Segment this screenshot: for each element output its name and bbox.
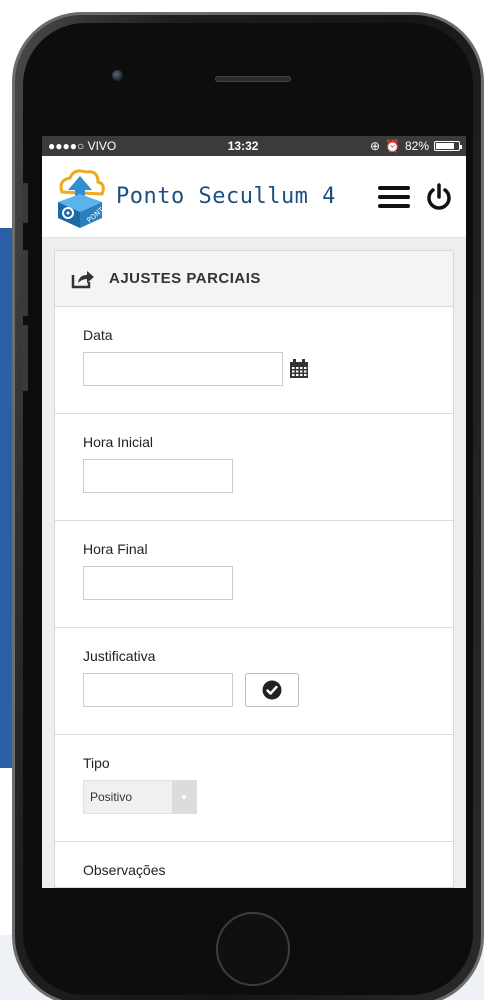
battery-icon [434, 141, 462, 151]
hora-final-field: Hora Final [55, 521, 453, 628]
tipo-label: Tipo [83, 755, 110, 771]
battery-percent: 82% [404, 139, 429, 153]
volume-up-button [22, 250, 28, 316]
page: ●●●●○ VIVO 13:32 ⊕ ⏰ 82% PONTO Ponto Sec… [0, 0, 484, 1000]
power-icon[interactable] [424, 182, 454, 212]
data-label: Data [83, 327, 113, 343]
hamburger-menu-icon[interactable] [378, 183, 410, 211]
data-input[interactable] [83, 352, 283, 386]
front-camera [112, 70, 123, 81]
phone-screen: ●●●●○ VIVO 13:32 ⊕ ⏰ 82% PONTO Ponto Sec… [42, 136, 466, 888]
lock-rotation-icon: ⊕ [369, 139, 381, 153]
status-time: 13:32 [227, 139, 259, 153]
hora-inicial-field: Hora Inicial [55, 414, 453, 521]
hora-inicial-label: Hora Inicial [83, 434, 154, 450]
volume-down-button [22, 325, 28, 391]
calendar-icon[interactable] [289, 359, 309, 379]
observacoes-textarea[interactable] [83, 887, 431, 888]
hora-inicial-input[interactable] [83, 459, 233, 493]
content-area: AJUSTES PARCIAIS Data Hora Inicial Hora … [42, 238, 466, 888]
data-field: Data [55, 307, 453, 414]
tipo-field: Tipo Positivo ▼ [55, 735, 453, 842]
home-button[interactable] [216, 912, 290, 986]
check-circle-icon [262, 680, 282, 700]
panel-heading: AJUSTES PARCIAIS [55, 251, 453, 307]
observacoes-field: Observações [55, 842, 453, 888]
alarm-icon: ⏰ [385, 139, 400, 153]
hora-final-input[interactable] [83, 566, 233, 600]
justificativa-select-button[interactable] [245, 673, 299, 707]
earpiece-speaker [215, 76, 291, 82]
justificativa-field: Justificativa [55, 628, 453, 735]
ponto-secullum-logo: PONTO [58, 168, 108, 228]
mute-switch [22, 183, 28, 223]
tipo-select[interactable]: Positivo ▼ [83, 780, 197, 814]
observacoes-label: Observações [83, 862, 166, 878]
justificativa-input[interactable] [83, 673, 233, 707]
carrier-signal: ●●●●○ VIVO [48, 139, 117, 153]
chevron-down-icon: ▼ [172, 781, 196, 813]
app-title: Ponto Secullum 4 [116, 184, 336, 209]
status-bar: ●●●●○ VIVO 13:32 ⊕ ⏰ 82% [42, 136, 466, 156]
hora-final-label: Hora Final [83, 541, 148, 557]
panel-title: AJUSTES PARCIAIS [109, 270, 261, 287]
justificativa-label: Justificativa [83, 648, 156, 664]
ajustes-parciais-panel: AJUSTES PARCIAIS Data Hora Inicial Hora … [54, 250, 454, 888]
share-icon [71, 270, 94, 288]
status-right: ⊕ ⏰ 82% [369, 139, 462, 153]
app-header: PONTO Ponto Secullum 4 [42, 156, 466, 238]
tipo-selected-value: Positivo [90, 790, 133, 804]
